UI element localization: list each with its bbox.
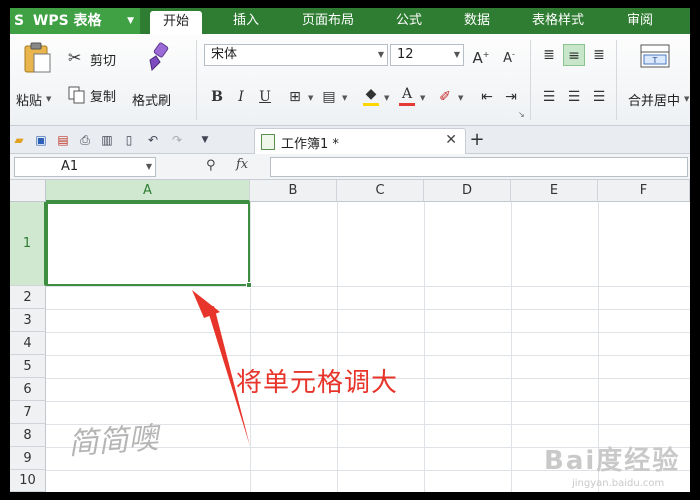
annotation-text: 将单元格调大	[236, 368, 399, 398]
watermark-text: 简简噢	[67, 420, 160, 463]
baidu-jingyan-url: jingyan.baidu.com	[572, 478, 665, 489]
app-window: S WPS 表格 ▼ 开始 插入 页面布局 公式 数据 表格样式 审阅 粘贴 ▼…	[10, 8, 690, 492]
baidu-jingyan-logo: Bai度经验	[544, 446, 681, 476]
